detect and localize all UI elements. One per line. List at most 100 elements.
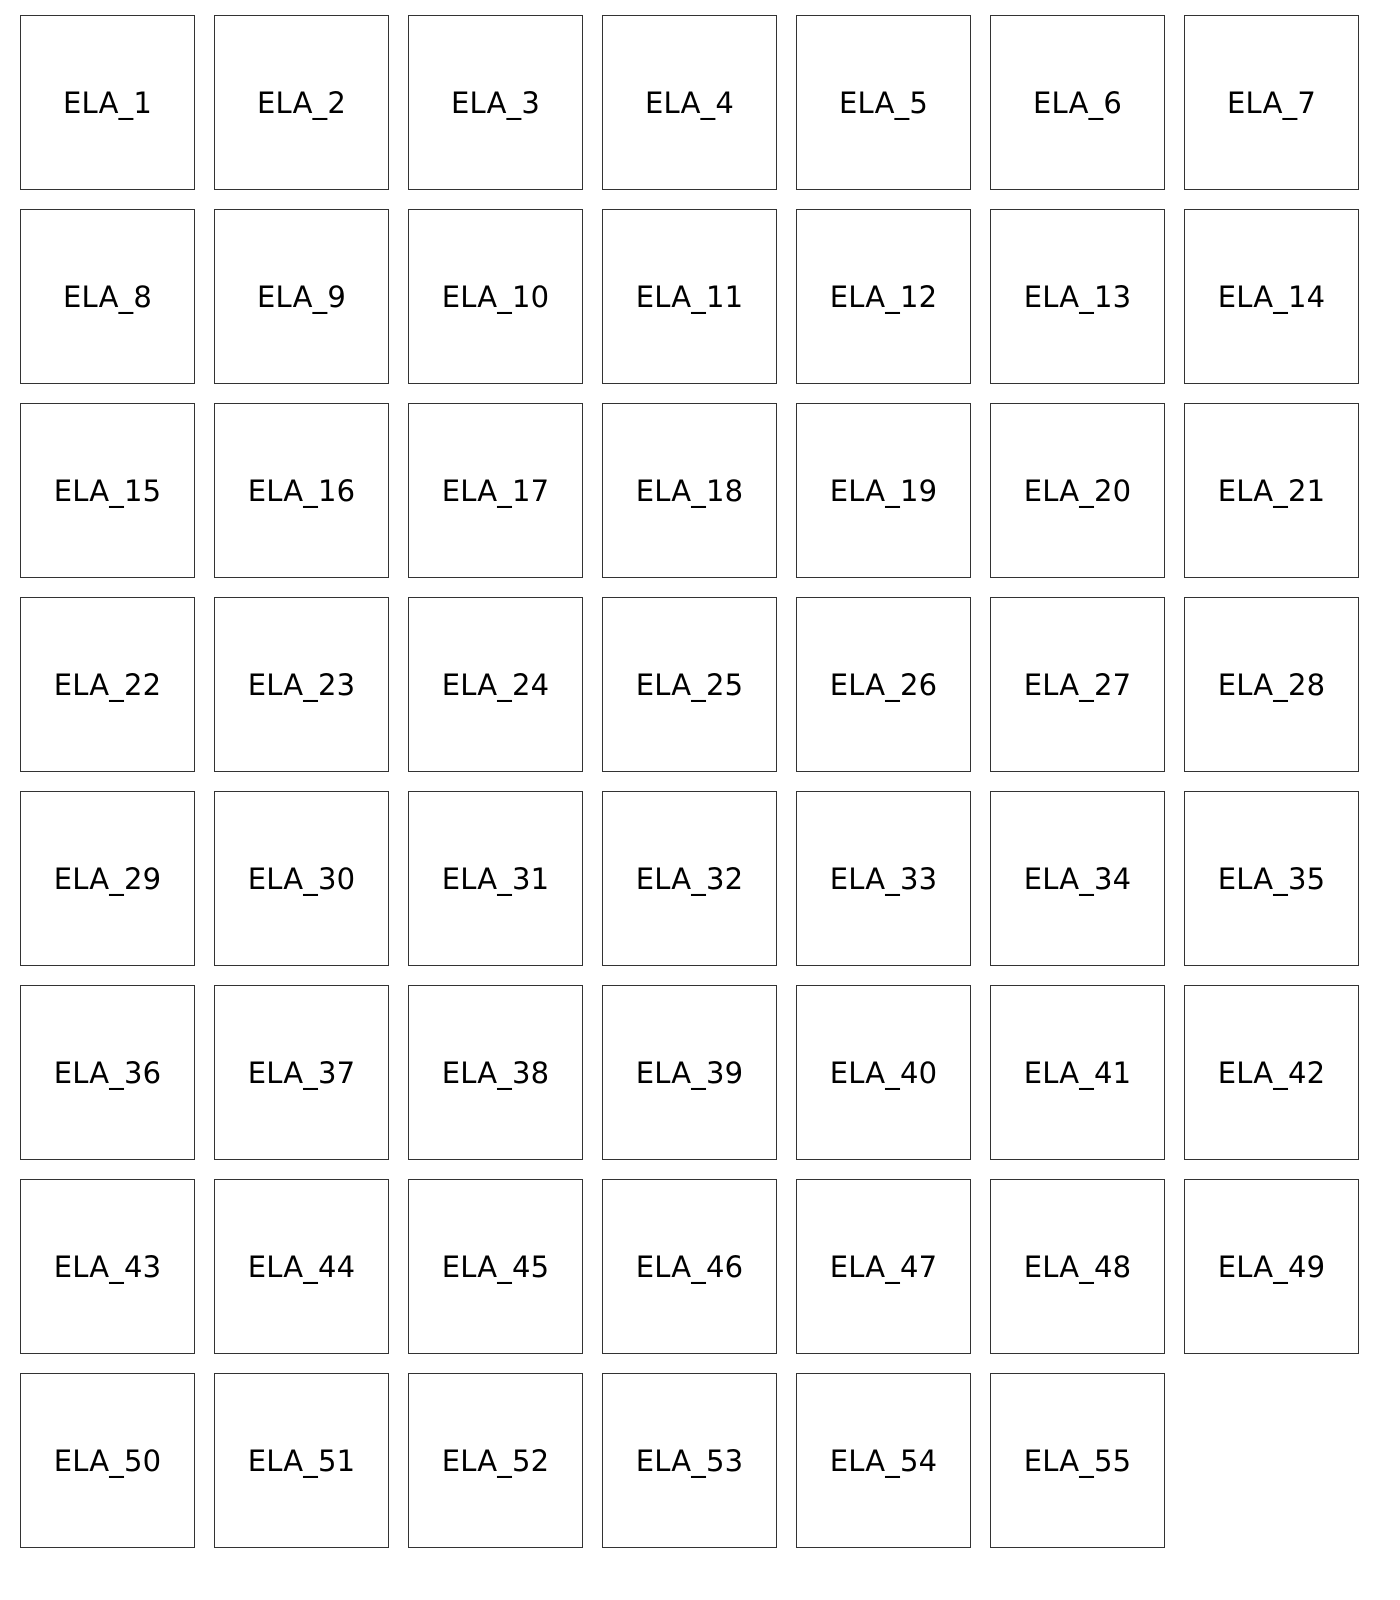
tile[interactable]: ELA_34 <box>990 791 1165 966</box>
tile[interactable]: ELA_1 <box>20 15 195 190</box>
tile[interactable]: ELA_25 <box>602 597 777 772</box>
tile-label: ELA_43 <box>53 1249 162 1284</box>
tile[interactable]: ELA_38 <box>408 985 583 1160</box>
tile-label: ELA_55 <box>1023 1443 1132 1478</box>
tile-label: ELA_30 <box>247 861 356 896</box>
tile-label: ELA_18 <box>635 473 744 508</box>
tile[interactable]: ELA_39 <box>602 985 777 1160</box>
tile-label: ELA_31 <box>441 861 550 896</box>
tile-label: ELA_32 <box>635 861 744 896</box>
tile[interactable]: ELA_50 <box>20 1373 195 1548</box>
tile[interactable]: ELA_28 <box>1184 597 1359 772</box>
tile-label: ELA_33 <box>829 861 938 896</box>
tile-label: ELA_54 <box>829 1443 938 1478</box>
tile[interactable]: ELA_8 <box>20 209 195 384</box>
tile[interactable]: ELA_53 <box>602 1373 777 1548</box>
tile[interactable]: ELA_40 <box>796 985 971 1160</box>
tile[interactable]: ELA_7 <box>1184 15 1359 190</box>
tile[interactable]: ELA_30 <box>214 791 389 966</box>
tile-label: ELA_46 <box>635 1249 744 1284</box>
tile-label: ELA_53 <box>635 1443 744 1478</box>
tile-label: ELA_13 <box>1023 279 1132 314</box>
tile-label: ELA_4 <box>645 85 734 120</box>
tile-label: ELA_28 <box>1217 667 1326 702</box>
tile-label: ELA_9 <box>257 279 346 314</box>
tile[interactable]: ELA_16 <box>214 403 389 578</box>
tile-label: ELA_35 <box>1217 861 1326 896</box>
tile-label: ELA_26 <box>829 667 938 702</box>
tile[interactable]: ELA_52 <box>408 1373 583 1548</box>
tile-label: ELA_52 <box>441 1443 550 1478</box>
tile[interactable]: ELA_43 <box>20 1179 195 1354</box>
tile[interactable]: ELA_10 <box>408 209 583 384</box>
tile[interactable]: ELA_46 <box>602 1179 777 1354</box>
tile[interactable]: ELA_55 <box>990 1373 1165 1548</box>
tile-label: ELA_5 <box>839 85 928 120</box>
tile-label: ELA_11 <box>635 279 744 314</box>
tile[interactable]: ELA_37 <box>214 985 389 1160</box>
tile[interactable]: ELA_13 <box>990 209 1165 384</box>
tile[interactable]: ELA_41 <box>990 985 1165 1160</box>
tile-label: ELA_36 <box>53 1055 162 1090</box>
tile[interactable]: ELA_6 <box>990 15 1165 190</box>
tile[interactable]: ELA_26 <box>796 597 971 772</box>
tile-label: ELA_27 <box>1023 667 1132 702</box>
tile[interactable]: ELA_11 <box>602 209 777 384</box>
tile-label: ELA_42 <box>1217 1055 1326 1090</box>
tile[interactable]: ELA_19 <box>796 403 971 578</box>
tile[interactable]: ELA_17 <box>408 403 583 578</box>
tile[interactable]: ELA_48 <box>990 1179 1165 1354</box>
tile[interactable]: ELA_15 <box>20 403 195 578</box>
tile[interactable]: ELA_49 <box>1184 1179 1359 1354</box>
tile[interactable]: ELA_29 <box>20 791 195 966</box>
tile[interactable]: ELA_24 <box>408 597 583 772</box>
tile[interactable]: ELA_32 <box>602 791 777 966</box>
tile-label: ELA_50 <box>53 1443 162 1478</box>
tile[interactable]: ELA_20 <box>990 403 1165 578</box>
tile[interactable]: ELA_31 <box>408 791 583 966</box>
tile-label: ELA_1 <box>63 85 152 120</box>
tile[interactable]: ELA_18 <box>602 403 777 578</box>
tile-label: ELA_17 <box>441 473 550 508</box>
tile-grid: ELA_1 ELA_2 ELA_3 ELA_4 ELA_5 ELA_6 ELA_7 ELA_8… <box>20 15 1359 1548</box>
tile[interactable]: ELA_45 <box>408 1179 583 1354</box>
tile-label: ELA_44 <box>247 1249 356 1284</box>
tile-label: ELA_20 <box>1023 473 1132 508</box>
tile-label: ELA_34 <box>1023 861 1132 896</box>
tile-label: ELA_8 <box>63 279 152 314</box>
tile-label: ELA_37 <box>247 1055 356 1090</box>
tile[interactable]: ELA_51 <box>214 1373 389 1548</box>
tile-label: ELA_49 <box>1217 1249 1326 1284</box>
tile[interactable]: ELA_4 <box>602 15 777 190</box>
tile[interactable]: ELA_33 <box>796 791 971 966</box>
tile-label: ELA_3 <box>451 85 540 120</box>
tile[interactable]: ELA_14 <box>1184 209 1359 384</box>
tile[interactable]: ELA_5 <box>796 15 971 190</box>
tile-label: ELA_22 <box>53 667 162 702</box>
tile[interactable]: ELA_27 <box>990 597 1165 772</box>
tile[interactable]: ELA_23 <box>214 597 389 772</box>
tile[interactable]: ELA_44 <box>214 1179 389 1354</box>
tile-label: ELA_29 <box>53 861 162 896</box>
tile[interactable]: ELA_12 <box>796 209 971 384</box>
tile[interactable]: ELA_54 <box>796 1373 971 1548</box>
tile[interactable]: ELA_22 <box>20 597 195 772</box>
tile-label: ELA_25 <box>635 667 744 702</box>
tile[interactable]: ELA_36 <box>20 985 195 1160</box>
tile[interactable]: ELA_47 <box>796 1179 971 1354</box>
tile[interactable]: ELA_35 <box>1184 791 1359 966</box>
tile[interactable]: ELA_21 <box>1184 403 1359 578</box>
tile-label: ELA_7 <box>1227 85 1316 120</box>
tile[interactable]: ELA_2 <box>214 15 389 190</box>
tile-label: ELA_15 <box>53 473 162 508</box>
tile-label: ELA_23 <box>247 667 356 702</box>
tile-label: ELA_39 <box>635 1055 744 1090</box>
tile-label: ELA_10 <box>441 279 550 314</box>
tile-label: ELA_40 <box>829 1055 938 1090</box>
tile[interactable]: ELA_9 <box>214 209 389 384</box>
tile-label: ELA_14 <box>1217 279 1326 314</box>
tile[interactable]: ELA_3 <box>408 15 583 190</box>
tile-label: ELA_38 <box>441 1055 550 1090</box>
tile-label: ELA_24 <box>441 667 550 702</box>
tile[interactable]: ELA_42 <box>1184 985 1359 1160</box>
